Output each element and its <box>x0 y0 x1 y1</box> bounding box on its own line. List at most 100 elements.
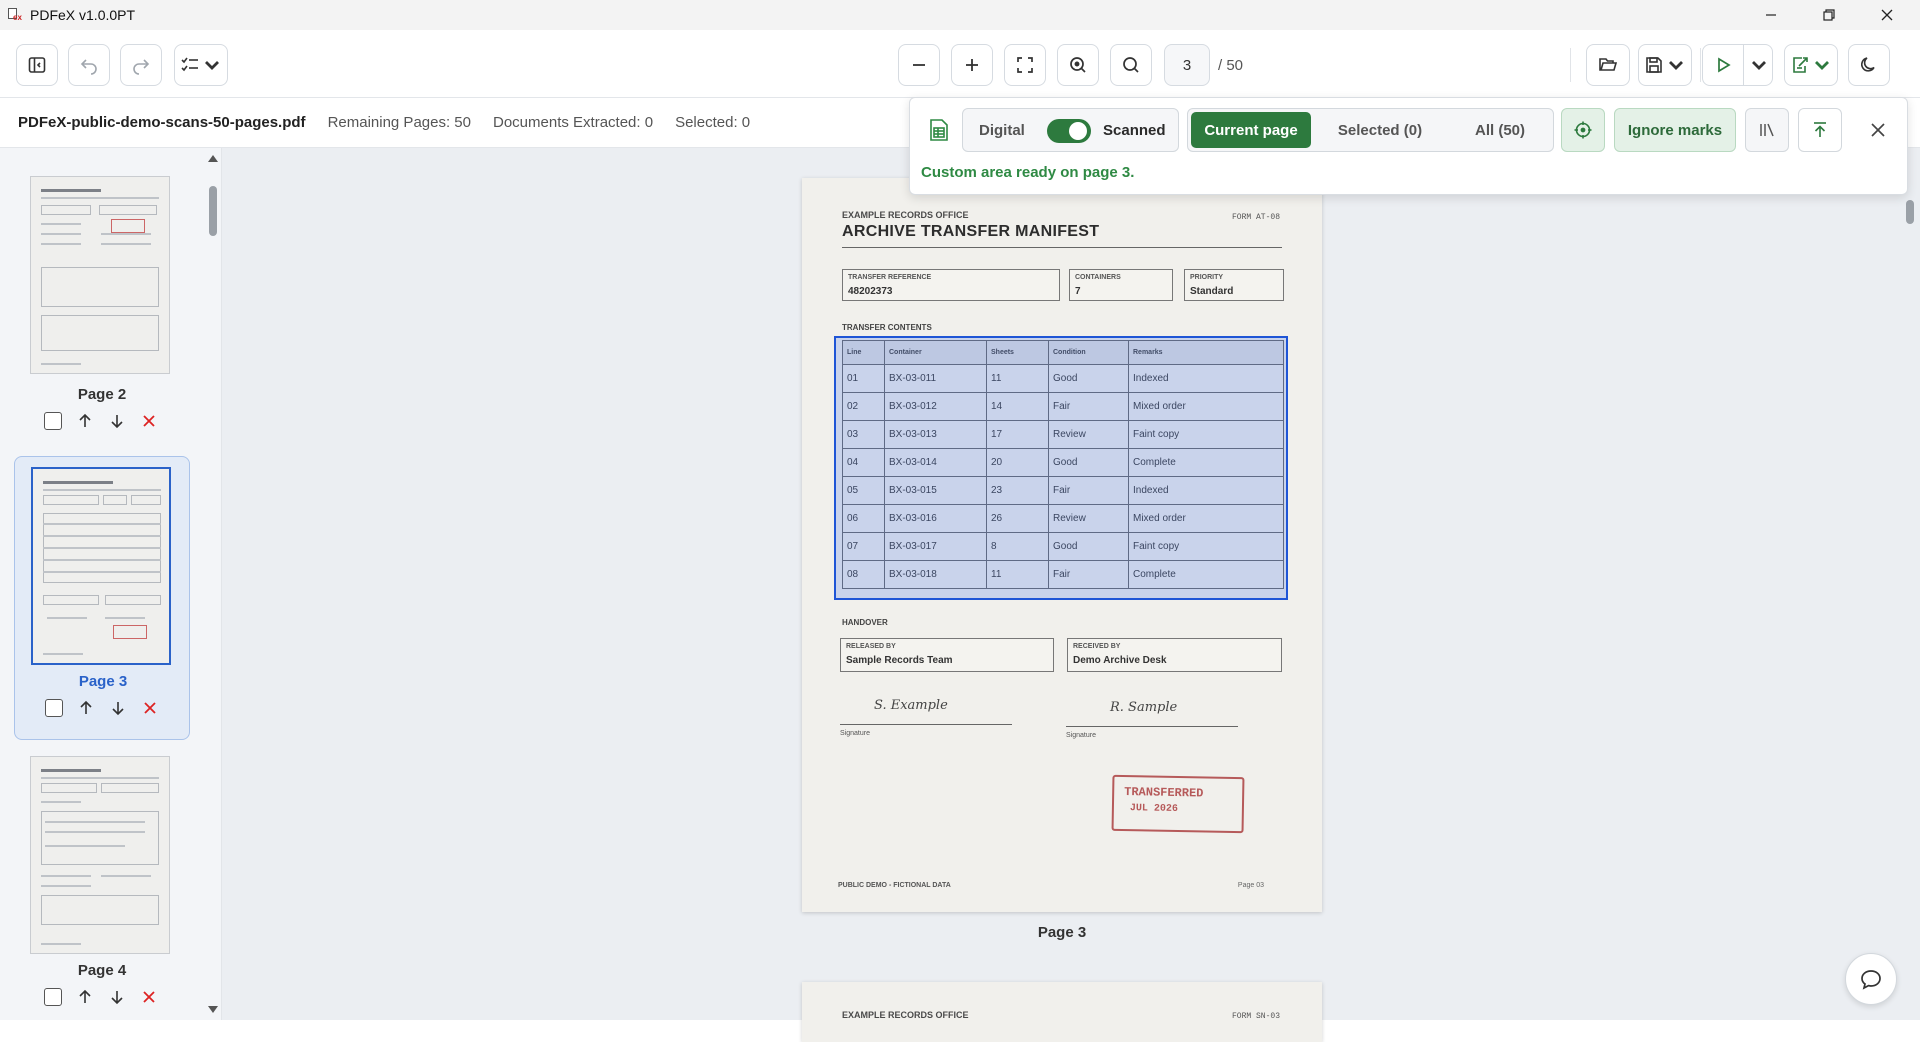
toggle-sidebar-button[interactable] <box>16 44 58 86</box>
save-icon <box>1646 57 1662 73</box>
zoom-reset-icon <box>1070 57 1086 73</box>
restore-icon <box>1823 9 1835 21</box>
move-up-icon[interactable] <box>77 699 95 717</box>
checklist-icon <box>181 57 198 72</box>
file-name: PDFeX-public-demo-scans-50-pages.pdf <box>18 114 306 131</box>
title-bar: ex PDFeX v1.0.0PT <box>0 0 1920 30</box>
undo-icon <box>80 59 97 75</box>
delete-page-icon[interactable] <box>140 988 158 1006</box>
move-down-icon[interactable] <box>108 412 126 430</box>
selected-count: Selected: 0 <box>675 114 751 131</box>
signature-2: R. Sample <box>1110 700 1178 715</box>
chevron-down-icon <box>205 61 219 70</box>
run-extraction-button[interactable] <box>1702 44 1744 86</box>
page-thumbnail-image <box>30 756 170 954</box>
field-released-by: RELEASED BY Sample Records Team <box>840 638 1054 672</box>
checklist-menu-button[interactable] <box>174 44 228 86</box>
search-icon <box>1123 57 1139 73</box>
thumbnail-actions <box>45 699 159 717</box>
thumbnail-actions <box>44 412 158 430</box>
export-menu-button[interactable] <box>1784 44 1838 86</box>
redo-button[interactable] <box>120 44 162 86</box>
fit-page-button[interactable] <box>1004 44 1046 86</box>
page-number-input[interactable]: 3 <box>1164 44 1210 86</box>
select-page-checkbox[interactable] <box>44 988 62 1006</box>
thumbnail-label: Page 4 <box>77 962 127 979</box>
mode-digital-label[interactable]: Digital <box>979 122 1025 139</box>
page-thumbnail-sidebar: Page 2 Page 3 Page 4 <box>0 148 222 1020</box>
scroll-up-arrow-icon[interactable] <box>208 154 218 162</box>
field-containers: CONTAINERS 7 <box>1069 269 1173 301</box>
app-logo-icon: ex <box>6 8 22 22</box>
move-down-icon[interactable] <box>109 699 127 717</box>
scanned-mode-toggle[interactable] <box>1047 119 1091 143</box>
close-window-button[interactable] <box>1858 0 1916 30</box>
move-down-icon[interactable] <box>108 988 126 1006</box>
handover-heading: HANDOVER <box>842 618 888 627</box>
chat-button[interactable] <box>1845 953 1897 1005</box>
mode-scanned-label[interactable]: Scanned <box>1103 122 1166 139</box>
scroll-down-arrow-icon[interactable] <box>208 1006 218 1014</box>
thumbnail-page-4[interactable]: Page 4 <box>14 746 190 1020</box>
select-page-checkbox[interactable] <box>44 412 62 430</box>
transfer-contents-heading: TRANSFER CONTENTS <box>842 323 932 332</box>
sidebar-scrollbar-thumb[interactable] <box>209 186 217 236</box>
thumbnail-actions <box>44 988 158 1006</box>
document-page-4[interactable]: EXAMPLE RECORDS OFFICE FORM SN-03 <box>802 982 1322 1042</box>
doc-page-number: Page 03 <box>1237 882 1264 889</box>
thumbnail-label: Page 3 <box>78 673 128 690</box>
toolbar-divider <box>1570 48 1571 82</box>
restore-button[interactable] <box>1800 0 1858 30</box>
move-up-icon[interactable] <box>76 412 94 430</box>
dark-mode-button[interactable] <box>1848 44 1890 86</box>
doc-title-rule <box>842 247 1282 248</box>
scope-selected-button[interactable]: Selected (0) <box>1318 112 1442 148</box>
thumbnail-page-3[interactable]: Page 3 <box>14 456 190 740</box>
signature-label: Signature <box>840 730 870 737</box>
undo-button[interactable] <box>68 44 110 86</box>
library-button[interactable] <box>1745 108 1789 152</box>
main-toolbar: 3 / 50 <box>0 30 1920 98</box>
minimize-icon <box>1766 14 1776 16</box>
select-page-checkbox[interactable] <box>45 699 63 717</box>
signature-label: Signature <box>1066 732 1096 739</box>
minimize-button[interactable] <box>1742 0 1800 30</box>
main-scrollbar-thumb[interactable] <box>1906 200 1914 224</box>
doc-title: ARCHIVE TRANSFER MANIFEST <box>842 223 1100 240</box>
pick-area-button[interactable] <box>1561 108 1605 152</box>
zoom-in-icon <box>966 59 978 71</box>
library-icon <box>1760 123 1774 137</box>
zoom-in-button[interactable] <box>951 44 993 86</box>
scope-all-button[interactable]: All (50) <box>1450 112 1550 148</box>
arrow-up-to-top-icon <box>1814 122 1826 137</box>
zoom-out-button[interactable] <box>898 44 940 86</box>
chat-bubble-icon <box>1861 970 1881 990</box>
toolbar-divider <box>1700 48 1701 82</box>
scope-current-page-button[interactable]: Current page <box>1191 112 1311 148</box>
mode-toggle-group: Digital Scanned <box>962 108 1179 152</box>
zoom-out-icon <box>913 64 925 66</box>
field-received-by: RECEIVED BY Demo Archive Desk <box>1067 638 1282 672</box>
collapse-panel-button[interactable] <box>1798 108 1842 152</box>
thumbnail-page-2[interactable]: Page 2 <box>14 162 190 450</box>
signature-1: S. Example <box>874 698 948 713</box>
delete-page-icon[interactable] <box>140 412 158 430</box>
open-file-button[interactable] <box>1586 44 1630 86</box>
close-panel-icon[interactable] <box>1866 118 1890 142</box>
sidebar-toggle-icon <box>28 57 46 73</box>
zoom-reset-button[interactable] <box>1057 44 1099 86</box>
custom-area-selection[interactable] <box>834 336 1288 600</box>
field-transfer-reference: TRANSFER REFERENCE 48202373 <box>842 269 1060 301</box>
chevron-down-icon <box>1752 61 1766 70</box>
run-options-button[interactable] <box>1743 44 1773 86</box>
ignore-marks-button[interactable]: Ignore marks <box>1614 108 1736 152</box>
page-thumbnail-image <box>31 467 171 665</box>
crosshair-icon <box>1574 121 1592 139</box>
move-up-icon[interactable] <box>76 988 94 1006</box>
delete-page-icon[interactable] <box>141 699 159 717</box>
search-button[interactable] <box>1110 44 1152 86</box>
doc-office-name: EXAMPLE RECORDS OFFICE <box>842 1010 969 1020</box>
save-menu-button[interactable] <box>1638 44 1692 86</box>
page-total: / 50 <box>1218 57 1244 74</box>
thumbnail-label: Page 2 <box>77 386 127 403</box>
